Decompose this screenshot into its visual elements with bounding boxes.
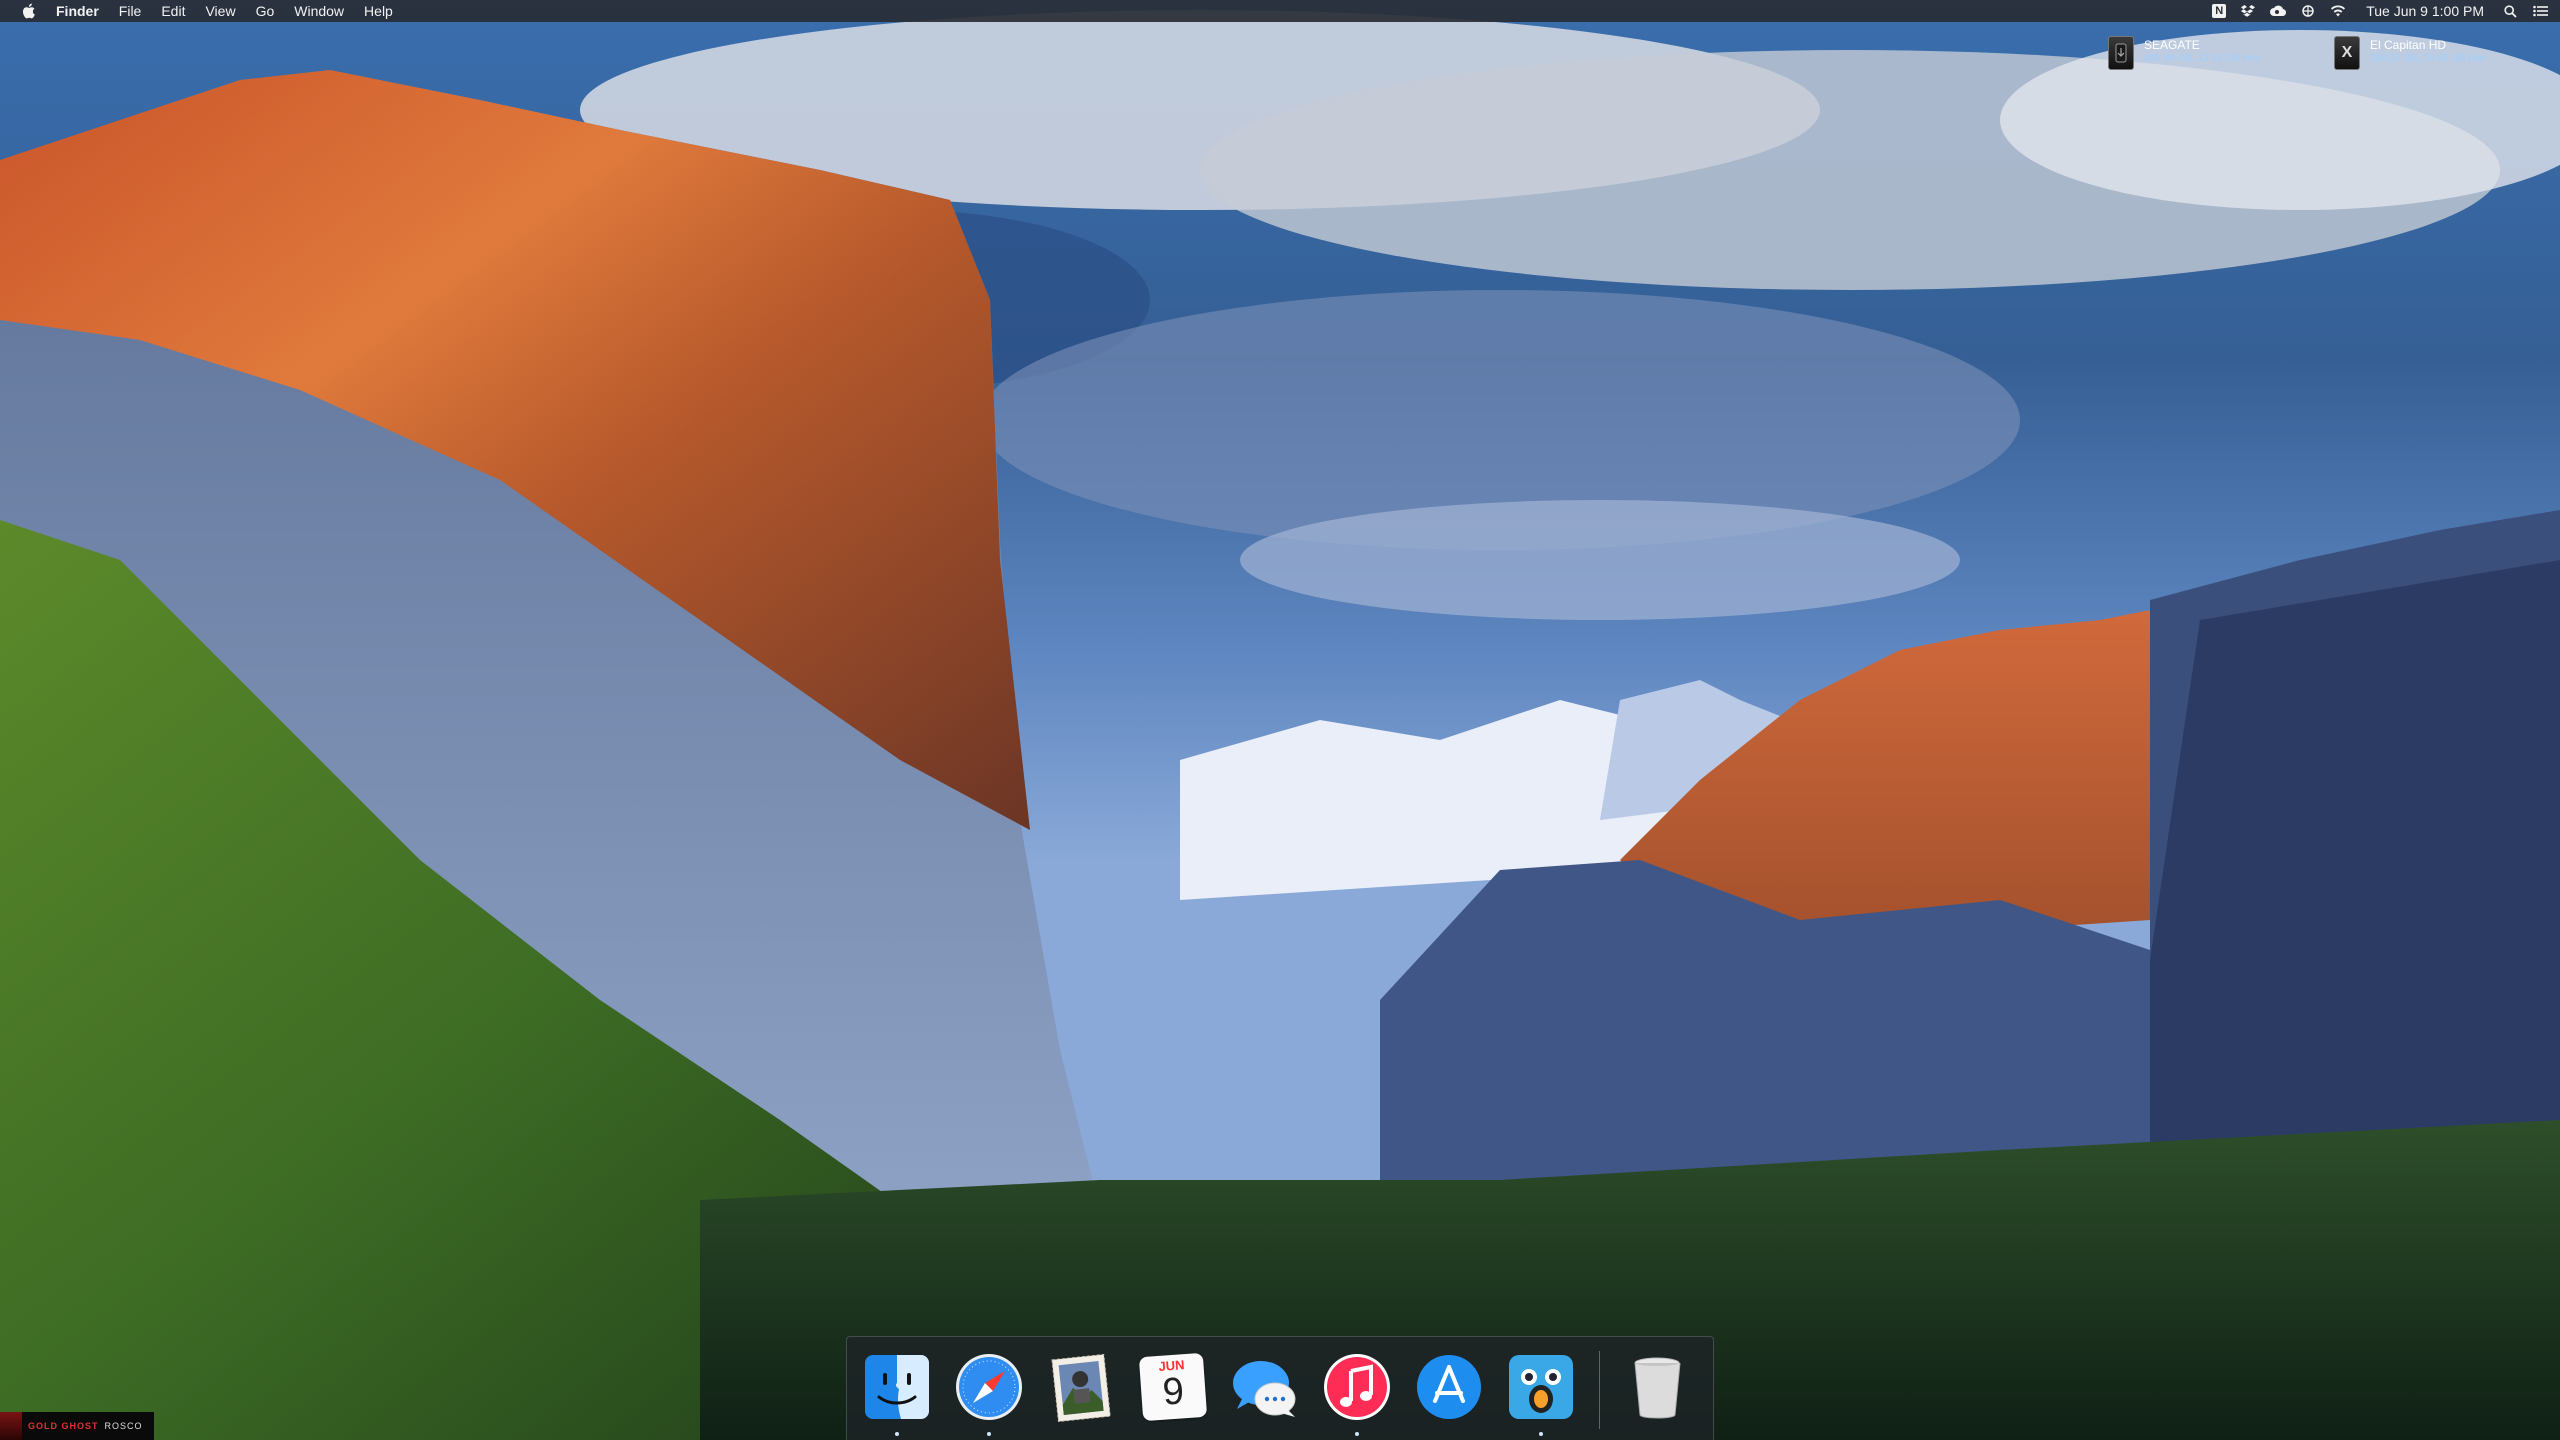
- dock-safari[interactable]: [951, 1349, 1027, 1425]
- wallpaper: [0, 0, 2560, 1440]
- menu-go[interactable]: Go: [256, 0, 275, 22]
- external-drive-icon: [2108, 36, 2134, 70]
- watermark-logo: [0, 1412, 22, 1440]
- safari-icon: [956, 1354, 1022, 1420]
- notification-center-icon[interactable]: [2532, 3, 2548, 19]
- menu-file[interactable]: File: [119, 0, 142, 22]
- trash-icon: [1634, 1357, 1681, 1419]
- gpu-icon[interactable]: [2300, 3, 2316, 19]
- drive-name: El Capitan HD: [2370, 38, 2447, 52]
- desktop[interactable]: Finder File Edit View Go Window Help N T…: [0, 0, 2560, 1440]
- menu-app-finder[interactable]: Finder: [56, 0, 99, 22]
- drive-info: 499.99 GB, 13.93 GB free: [2144, 53, 2260, 64]
- menu-help[interactable]: Help: [364, 0, 393, 22]
- running-indicator: [895, 1432, 899, 1436]
- menu-bar: Finder File Edit View Go Window Help N T…: [0, 0, 2560, 22]
- dock-messages[interactable]: [1227, 1349, 1303, 1425]
- dock-separator: [1599, 1351, 1600, 1429]
- mail-stamp-icon: [1051, 1353, 1111, 1423]
- drive-info: 999.35 GB, 25.93 GB free: [2370, 53, 2486, 64]
- app-store-icon: [1417, 1355, 1481, 1419]
- running-indicator: [987, 1432, 991, 1436]
- dock-finder[interactable]: [859, 1349, 935, 1425]
- creative-cloud-icon[interactable]: [2270, 3, 2287, 19]
- wifi-icon[interactable]: [2330, 3, 2346, 19]
- calendar-day: 9: [1161, 1370, 1186, 1414]
- running-indicator: [1355, 1432, 1359, 1436]
- dock-mail[interactable]: [1043, 1349, 1119, 1425]
- drive-name: SEAGATE: [2144, 38, 2200, 52]
- status-area: N Tue Jun 9 1:00 PM: [2212, 0, 2548, 22]
- internal-drive-icon: X: [2334, 36, 2360, 70]
- calendar-icon: JUN 9: [1138, 1352, 1208, 1422]
- menu-window[interactable]: Window: [294, 0, 344, 22]
- watermark: GOLD GHOST ROSCO: [0, 1412, 154, 1440]
- notes-icon[interactable]: N: [2212, 4, 2227, 18]
- dock-tweetbot[interactable]: [1503, 1349, 1579, 1425]
- apple-menu-icon[interactable]: [20, 2, 38, 20]
- spotlight-icon[interactable]: [2502, 3, 2518, 19]
- dropbox-icon[interactable]: [2240, 3, 2256, 19]
- finder-icon: [865, 1355, 929, 1419]
- menu-edit[interactable]: Edit: [161, 0, 185, 22]
- dock-itunes[interactable]: [1319, 1349, 1395, 1425]
- dock-trash[interactable]: [1619, 1349, 1695, 1425]
- watermark-text-2: ROSCO: [104, 1421, 143, 1431]
- dock-calendar[interactable]: JUN 9: [1135, 1349, 1211, 1425]
- watermark-text-1: GOLD GHOST: [28, 1421, 99, 1431]
- desktop-drive-seagate[interactable]: SEAGATE 499.99 GB, 13.93 GB free: [2108, 36, 2260, 70]
- clock-label[interactable]: Tue Jun 9 1:00 PM: [2366, 3, 2484, 19]
- messages-icon: [1233, 1361, 1296, 1417]
- dock-app-store[interactable]: [1411, 1349, 1487, 1425]
- running-indicator: [1539, 1432, 1543, 1436]
- dock: JUN 9: [846, 1336, 1714, 1440]
- desktop-drive-el-capitan-hd[interactable]: X El Capitan HD 999.35 GB, 25.93 GB free: [2334, 36, 2486, 70]
- menu-view[interactable]: View: [205, 0, 235, 22]
- tweetbot-icon: [1509, 1355, 1573, 1419]
- itunes-icon: [1324, 1354, 1390, 1420]
